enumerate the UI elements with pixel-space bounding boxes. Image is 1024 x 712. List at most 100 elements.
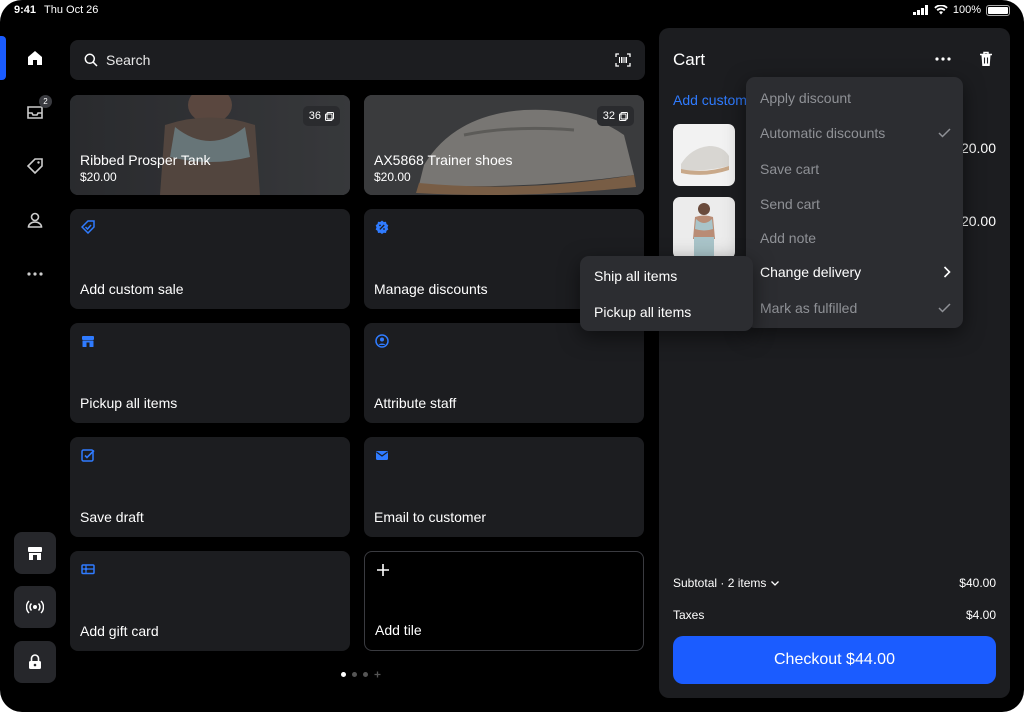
submenu-item-pickup-all[interactable]: Pickup all items [594, 304, 691, 320]
menu-item-label: Mark as fulfilled [760, 300, 858, 316]
clear-cart-button[interactable] [977, 48, 995, 70]
menu-item-label: Apply discount [760, 90, 852, 106]
tile-label: Add tile [375, 622, 422, 638]
menu-item-save-cart[interactable]: Save cart [760, 159, 951, 179]
more-horizontal-icon [27, 272, 43, 276]
change-delivery-submenu: Ship all items Pickup all items [580, 256, 753, 331]
person-circle-icon [375, 334, 389, 348]
subtotal-text: Subtotal · 2 items [673, 576, 767, 590]
discount-badge-icon [375, 220, 389, 234]
tile-pickup-all-items[interactable]: Pickup all items [70, 323, 350, 423]
tile-label: Save draft [80, 509, 144, 525]
menu-item-mark-as-fulfilled[interactable]: Mark as fulfilled [760, 298, 951, 318]
lock-icon [29, 654, 41, 669]
cart-options-menu: Apply discount Automatic discounts Save … [746, 77, 963, 328]
line-item-thumbnail[interactable] [673, 124, 735, 186]
tile-label: Email to customer [374, 509, 487, 525]
variant-count: 36 [308, 110, 321, 122]
menu-item-send-cart[interactable]: Send cart [760, 194, 951, 214]
subtotal-row[interactable]: Subtotal · 2 items $40.00 [673, 576, 996, 590]
line-item-thumbnail[interactable] [673, 197, 735, 259]
menu-item-label: Add note [760, 230, 817, 246]
tile-label: Manage discounts [374, 281, 488, 297]
product-name: AX5868 Trainer shoes [374, 152, 513, 168]
hardware-button[interactable] [14, 586, 56, 628]
checkmark-icon [938, 128, 951, 138]
trash-icon [980, 51, 992, 66]
status-indicators: 100% [912, 4, 1010, 16]
barcode-scan-icon[interactable] [615, 53, 631, 67]
menu-item-automatic-discounts[interactable]: Automatic discounts [760, 123, 951, 143]
subtotal-value: $40.00 [959, 576, 996, 590]
draft-check-icon [81, 449, 95, 462]
product-tile[interactable]: 36 Ribbed Prosper Tank $20.00 [70, 95, 350, 195]
cart-more-button[interactable] [931, 48, 955, 70]
menu-item-label: Save cart [760, 161, 820, 177]
status-date: Thu Oct 26 [44, 4, 99, 16]
gift-card-icon [81, 564, 95, 575]
tile-email-to-customer[interactable]: Email to customer [364, 437, 644, 537]
lock-button[interactable] [14, 641, 56, 683]
tile-label: Pickup all items [80, 395, 178, 411]
battery-percent: 100% [952, 4, 981, 16]
subtotal-label[interactable]: Subtotal · 2 items [673, 576, 780, 590]
home-icon [28, 51, 42, 65]
taxes-label: Taxes [673, 608, 705, 622]
sidebar-item-orders[interactable]: 2 [22, 95, 52, 125]
variant-count-badge: 36 [302, 106, 340, 126]
taxes-row: Taxes $4.00 [673, 608, 996, 622]
sidebar-item-more[interactable] [22, 261, 48, 287]
sidebar-active-indicator [0, 36, 6, 80]
taxes-value: $4.00 [965, 608, 996, 622]
checkmark-icon [938, 303, 951, 313]
checkout-button[interactable]: Checkout $44.00 [673, 636, 996, 684]
product-price: $20.00 [374, 170, 411, 184]
tile-attribute-staff[interactable]: Attribute staff [364, 323, 644, 423]
sidebar-item-products[interactable] [22, 153, 48, 179]
store-icon [82, 336, 94, 347]
page-dot[interactable] [341, 672, 346, 677]
add-page-icon[interactable] [374, 671, 381, 678]
search-input[interactable] [106, 52, 586, 68]
product-tile[interactable]: 32 AX5868 Trainer shoes $20.00 [364, 95, 644, 195]
tile-label: Add gift card [80, 623, 159, 639]
wifi-icon [934, 5, 948, 15]
menu-item-change-delivery[interactable]: Change delivery [760, 262, 951, 282]
stack-icon [325, 111, 334, 121]
storefront-icon [28, 547, 42, 560]
tag-icon [26, 158, 43, 175]
status-bar: 9:41 Thu Oct 26 100% [0, 0, 1024, 22]
cart-title: Cart [673, 50, 706, 69]
tile-add-gift-card[interactable]: Add gift card [70, 551, 350, 651]
menu-item-apply-discount[interactable]: Apply discount [760, 88, 951, 108]
pos-screen: 9:41 Thu Oct 26 100% 2 Search 36 Ribbed … [0, 0, 1024, 712]
battery-icon [986, 4, 1010, 16]
plus-icon [377, 564, 389, 576]
page-indicator[interactable] [341, 671, 381, 678]
tile-label: Attribute staff [374, 395, 457, 411]
product-price: $20.00 [80, 170, 117, 184]
sidebar-item-home[interactable] [22, 45, 48, 71]
page-dot[interactable] [352, 672, 357, 677]
chevron-down-icon [770, 581, 779, 586]
tile-save-draft[interactable]: Save draft [70, 437, 350, 537]
menu-item-label: Send cart [760, 196, 820, 212]
tag-check-icon [81, 220, 95, 234]
sidebar-item-customers[interactable] [22, 207, 48, 233]
more-horizontal-icon [935, 57, 951, 61]
page-dot[interactable] [363, 672, 368, 677]
chevron-right-icon [943, 266, 951, 278]
search-bar[interactable] [70, 40, 645, 80]
menu-item-label: Change delivery [760, 264, 862, 280]
tile-label: Add custom sale [80, 281, 184, 297]
status-time: 9:41 [14, 4, 37, 16]
tile-add-tile[interactable]: Add tile [364, 551, 644, 651]
sidebar: 2 [0, 22, 66, 712]
store-button[interactable] [14, 532, 56, 574]
tile-add-custom-sale[interactable]: Add custom sale [70, 209, 350, 309]
product-image-shoes [673, 124, 735, 186]
mail-icon [376, 451, 388, 460]
variant-count: 32 [602, 110, 615, 122]
submenu-item-ship-all[interactable]: Ship all items [594, 268, 677, 284]
menu-item-add-note[interactable]: Add note [760, 228, 951, 248]
